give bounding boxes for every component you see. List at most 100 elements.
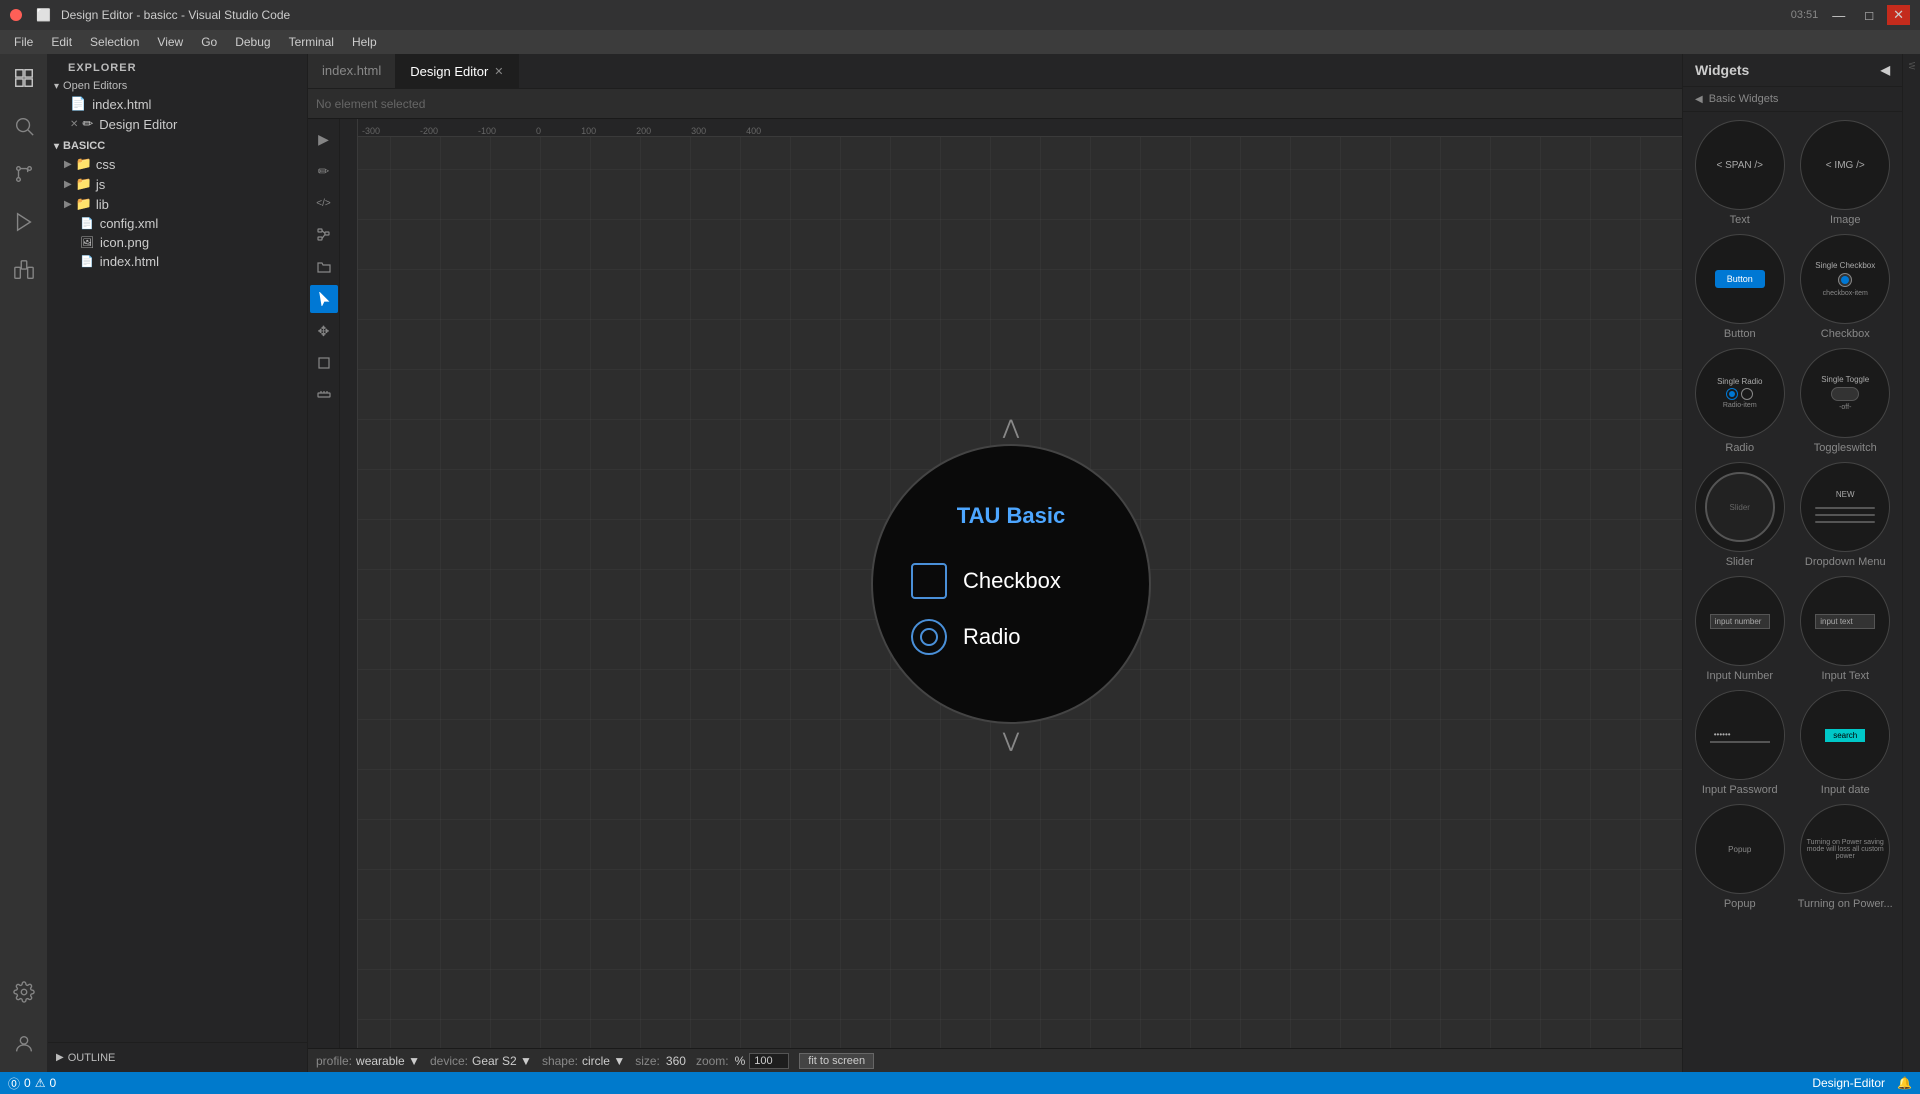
profile-dropdown[interactable]: wearable ▼	[356, 1054, 420, 1068]
radio-on	[1726, 388, 1738, 400]
checkbox-widget-label: Checkbox	[1821, 328, 1870, 340]
power-widget-item[interactable]: Turning on Power saving mode will loss a…	[1797, 804, 1895, 910]
fit-to-screen-button[interactable]: fit to screen	[799, 1053, 874, 1069]
folder-css[interactable]: ▶ 📁 css	[48, 154, 307, 174]
radio-widget-label: Radio	[1725, 442, 1754, 454]
scroll-down-arrow[interactable]: ⋁	[1003, 728, 1019, 753]
activity-extensions[interactable]	[0, 246, 48, 294]
input-text-widget-item[interactable]: input text Input Text	[1797, 576, 1895, 682]
input-password-widget-preview: ••••••	[1695, 690, 1785, 780]
input-number-widget-preview: input number	[1695, 576, 1785, 666]
menu-help[interactable]: Help	[344, 33, 385, 51]
close-icon[interactable]: ✕	[70, 119, 78, 130]
folder-js[interactable]: ▶ 📁 js	[48, 174, 307, 194]
slider-widget-item[interactable]: Slider Slider	[1691, 462, 1789, 568]
toggleswitch-widget-item[interactable]: Single Toggle -off- Toggleswitch	[1797, 348, 1895, 454]
no-element-label: No element selected	[316, 97, 425, 111]
open-editors-header[interactable]: ▾ Open Editors	[48, 78, 307, 94]
errors-status[interactable]: ⓪ 0 ⚠ 0	[8, 1075, 56, 1092]
activity-source-control[interactable]	[0, 150, 48, 198]
scroll-up-arrow[interactable]: ⋀	[1003, 415, 1019, 440]
folder-label: css	[96, 157, 116, 172]
main-layout: Explorer ▾ Open Editors 📄 index.html ✕ ✏…	[0, 54, 1920, 1072]
input-number-widget-item[interactable]: input number Input Number	[1691, 576, 1789, 682]
basic-widgets-arrow: ◀	[1695, 94, 1703, 105]
basicc-header[interactable]: ▾ BASICC	[48, 138, 307, 154]
input-date-widget-item[interactable]: search Input date	[1797, 690, 1895, 796]
file-icon-png[interactable]: 🖼 icon.png	[48, 233, 307, 252]
tab-close-icon[interactable]: ✕	[494, 65, 503, 78]
play-tool[interactable]: ▶	[310, 125, 338, 153]
widgets-subheader: ◀ Basic Widgets	[1683, 87, 1902, 112]
png-file-icon: 🖼	[80, 236, 94, 249]
pencil-tool[interactable]: ✏	[310, 157, 338, 185]
file-index-html[interactable]: 📄 index.html	[48, 252, 307, 271]
widgets-collapse[interactable]: ◀	[1881, 63, 1890, 77]
canvas[interactable]: -300 -200 -100 0 100 200 300 400 ⋀	[340, 119, 1682, 1048]
activity-search[interactable]	[0, 102, 48, 150]
slider-widget-label: Slider	[1726, 556, 1754, 568]
zoom-input[interactable]	[749, 1053, 789, 1069]
image-widget-preview: < IMG />	[1800, 120, 1890, 210]
profile-value: wearable	[356, 1054, 405, 1068]
shape-value: circle	[582, 1054, 610, 1068]
input-date-preview: search	[1801, 691, 1889, 779]
tab-index-html[interactable]: index.html	[308, 54, 396, 88]
maximize-button[interactable]: □	[1859, 6, 1879, 25]
notification-icon[interactable]: 🔔	[1897, 1076, 1912, 1090]
activity-explorer[interactable]	[0, 54, 48, 102]
code-tool[interactable]: </>	[310, 189, 338, 217]
close-button[interactable]	[10, 9, 22, 21]
activity-settings[interactable]	[0, 968, 48, 1016]
zoom-control: zoom: %	[696, 1053, 789, 1069]
tab-label: index.html	[322, 63, 381, 78]
input-password-widget-item[interactable]: •••••• Input Password	[1691, 690, 1789, 796]
shape-label: shape:	[542, 1054, 578, 1068]
radio-inner	[920, 628, 938, 646]
folder-lib[interactable]: ▶ 📁 lib	[48, 194, 307, 214]
checkbox-icon	[911, 563, 947, 599]
size-value: 360	[666, 1054, 686, 1068]
button-widget-item[interactable]: Button Button	[1691, 234, 1789, 340]
text-widget-item[interactable]: < SPAN /> Text	[1691, 120, 1789, 226]
dropdown-widget-item[interactable]: NEW Dropdown Menu	[1797, 462, 1895, 568]
rect-tool[interactable]	[310, 349, 338, 377]
text-widget-label: Text	[1730, 214, 1750, 226]
ruler-tool[interactable]	[310, 381, 338, 409]
size-label: size:	[635, 1054, 660, 1068]
device-dropdown[interactable]: Gear S2 ▼	[472, 1054, 532, 1068]
move-tool[interactable]: ✥	[310, 317, 338, 345]
radio-widget-item[interactable]: Single Radio Radio-item Radio	[1691, 348, 1789, 454]
menu-go[interactable]: Go	[193, 33, 225, 51]
sidebar-item-index-html[interactable]: 📄 index.html	[48, 94, 307, 114]
activity-run[interactable]	[0, 198, 48, 246]
minimize-button[interactable]: —	[1826, 6, 1851, 25]
menu-file[interactable]: File	[6, 33, 41, 51]
sidebar-item-design-editor[interactable]: ✕ ✏ Design Editor	[48, 114, 307, 134]
tab-design-editor[interactable]: Design Editor ✕	[396, 54, 518, 88]
button-widget-label: Button	[1724, 328, 1756, 340]
activity-account[interactable]	[0, 1020, 48, 1068]
menu-view[interactable]: View	[149, 33, 191, 51]
profile-arrow: ▼	[408, 1054, 420, 1068]
image-widget-item[interactable]: < IMG /> Image	[1797, 120, 1895, 226]
cursor-tool[interactable]	[310, 285, 338, 313]
folder-tool[interactable]	[310, 253, 338, 281]
outline-panel[interactable]: ▶ OUTLINE	[48, 1042, 307, 1072]
shape-dropdown[interactable]: circle ▼	[582, 1054, 625, 1068]
menu-terminal[interactable]: Terminal	[281, 33, 342, 51]
tree-tool[interactable]	[310, 221, 338, 249]
popup-widget-item[interactable]: Popup Popup	[1691, 804, 1789, 910]
menu-edit[interactable]: Edit	[43, 33, 80, 51]
toggleswitch-widget-preview: Single Toggle -off-	[1800, 348, 1890, 438]
design-editor-status: Design-Editor	[1812, 1076, 1885, 1090]
menu-selection[interactable]: Selection	[82, 33, 147, 51]
image-preview-content: < IMG />	[1822, 156, 1869, 175]
menu-debug[interactable]: Debug	[227, 33, 278, 51]
file-config-xml[interactable]: 📄 config.xml	[48, 214, 307, 233]
checkbox-widget-item[interactable]: Single Checkbox checkbox-item Checkbox	[1797, 234, 1895, 340]
zoom-label: zoom:	[696, 1054, 729, 1068]
file-label: index.html	[100, 254, 159, 269]
close-win-button[interactable]: ✕	[1887, 5, 1910, 25]
folder-label: lib	[96, 197, 109, 212]
